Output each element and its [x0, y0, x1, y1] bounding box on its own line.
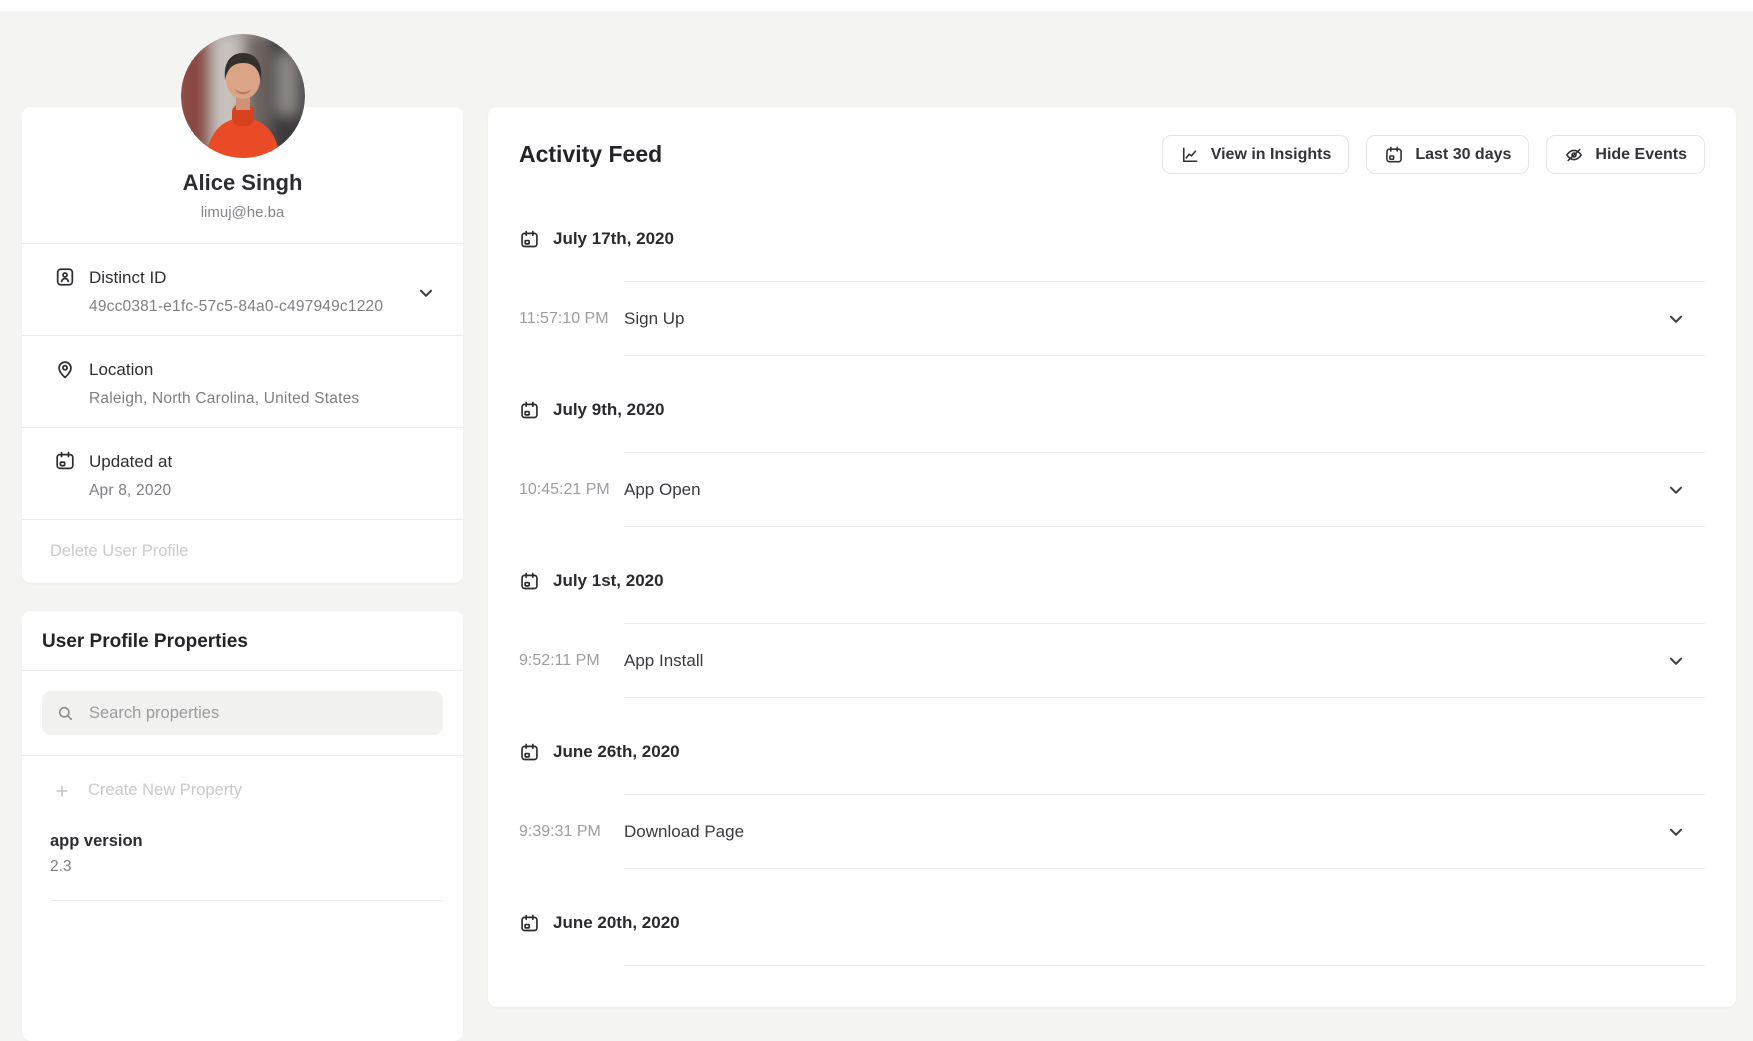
- button-label: Hide Events: [1595, 146, 1687, 164]
- date-label: June 26th, 2020: [553, 742, 680, 762]
- field-label: Updated at: [89, 450, 437, 474]
- date-header: July 17th, 2020: [519, 227, 1705, 251]
- feed-date-group: July 1st, 2020 9:52:11 PM App Install: [519, 569, 1705, 698]
- profile-name: Alice Singh: [42, 170, 443, 196]
- event-time: 11:57:10 PM: [519, 281, 624, 356]
- sign-up-event-row[interactable]: 11:57:10 PM Sign Up: [519, 281, 1705, 356]
- chevron-down-icon: [1665, 308, 1687, 330]
- line-chart-icon: [1180, 145, 1200, 165]
- button-label: View in Insights: [1211, 146, 1332, 164]
- activity-feed-title: Activity Feed: [519, 141, 662, 168]
- updated-at-field: Updated at Apr 8, 2020: [22, 428, 463, 520]
- date-label: July 17th, 2020: [553, 229, 674, 249]
- app-version-property-row[interactable]: app version 2.3: [50, 818, 443, 901]
- app-open-event-row[interactable]: 10:45:21 PM App Open: [519, 452, 1705, 527]
- field-value: 49cc0381-e1fc-57c5-84a0-c497949c1220: [89, 295, 415, 319]
- chevron-down-icon[interactable]: [415, 282, 437, 304]
- feed-date-group: July 17th, 2020 11:57:10 PM Sign Up: [519, 227, 1705, 356]
- event-name: App Open: [624, 480, 701, 500]
- date-label: June 20th, 2020: [553, 913, 680, 933]
- field-label: Location: [89, 358, 437, 382]
- search-zone: [22, 671, 463, 756]
- property-name: app version: [50, 832, 443, 851]
- activity-feed-card: Activity Feed View in Insights Last 30 d…: [488, 107, 1736, 1007]
- create-new-property-button[interactable]: Create New Property: [22, 756, 463, 818]
- event-body[interactable]: Download Page: [624, 794, 1705, 869]
- date-label: July 1st, 2020: [553, 571, 664, 591]
- profile-card: Alice Singh limuj@he.ba Distinct ID 49cc…: [22, 107, 463, 583]
- calendar-icon: [519, 742, 540, 763]
- properties-title: User Profile Properties: [22, 611, 463, 671]
- avatar: [181, 34, 305, 158]
- calendar-icon: [54, 450, 76, 472]
- search-icon: [56, 704, 75, 723]
- view-in-insights-button[interactable]: View in Insights: [1162, 135, 1350, 174]
- download-page-event-row[interactable]: 9:39:31 PM Download Page: [519, 794, 1705, 869]
- location-field: Location Raleigh, North Carolina, United…: [22, 336, 463, 428]
- date-header: June 26th, 2020: [519, 740, 1705, 764]
- delete-user-profile-button[interactable]: Delete User Profile: [22, 520, 463, 583]
- date-header: July 1st, 2020: [519, 569, 1705, 593]
- property-value: 2.3: [50, 858, 443, 876]
- date-header: June 20th, 2020: [519, 911, 1705, 935]
- search-properties: [42, 691, 443, 735]
- app-install-event-row[interactable]: 9:52:11 PM App Install: [519, 623, 1705, 698]
- field-value: Raleigh, North Carolina, United States: [89, 387, 437, 411]
- button-label: Last 30 days: [1415, 146, 1511, 164]
- top-strip: [0, 0, 1753, 11]
- event-name: App Install: [624, 651, 703, 671]
- chevron-down-icon: [1665, 821, 1687, 843]
- event-name: Sign Up: [624, 309, 684, 329]
- last-30-days-button[interactable]: Last 30 days: [1366, 135, 1529, 174]
- feed-date-group: July 9th, 2020 10:45:21 PM App Open: [519, 398, 1705, 527]
- chevron-down-icon: [1665, 479, 1687, 501]
- event-time: 9:52:11 PM: [519, 623, 624, 698]
- calendar-icon: [519, 571, 540, 592]
- date-header: July 9th, 2020: [519, 398, 1705, 422]
- event-body[interactable]: App Install: [624, 623, 1705, 698]
- event-time: 9:39:31 PM: [519, 794, 624, 869]
- create-new-property-label: Create New Property: [88, 781, 242, 800]
- date-label: July 9th, 2020: [553, 400, 665, 420]
- page: Alice Singh limuj@he.ba Distinct ID 49cc…: [0, 11, 1753, 948]
- calendar-icon: [519, 400, 540, 421]
- feed-date-group: June 20th, 2020: [519, 911, 1705, 1026]
- profile-email: limuj@he.ba: [42, 204, 443, 221]
- calendar-icon: [1384, 145, 1404, 165]
- field-value: Apr 8, 2020: [89, 479, 437, 503]
- event-time: 10:45:21 PM: [519, 452, 624, 527]
- field-label: Distinct ID: [89, 266, 415, 290]
- search-properties-input[interactable]: [87, 703, 429, 724]
- eye-off-icon: [1564, 145, 1584, 165]
- id-badge-icon: [54, 266, 76, 288]
- event-name: Download Page: [624, 822, 744, 842]
- user-profile-properties-card: User Profile Properties Create New Prope…: [22, 611, 463, 1041]
- distinct-id-field: Distinct ID 49cc0381-e1fc-57c5-84a0-c497…: [22, 244, 463, 336]
- calendar-icon: [519, 913, 540, 934]
- map-pin-icon: [54, 358, 76, 380]
- chevron-down-icon: [1665, 650, 1687, 672]
- event-body[interactable]: App Open: [624, 452, 1705, 527]
- hide-events-button[interactable]: Hide Events: [1546, 135, 1705, 174]
- event-body[interactable]: Sign Up: [624, 281, 1705, 356]
- plus-icon: [53, 782, 71, 800]
- calendar-icon: [519, 229, 540, 250]
- feed-date-group: June 26th, 2020 9:39:31 PM Download Page: [519, 740, 1705, 869]
